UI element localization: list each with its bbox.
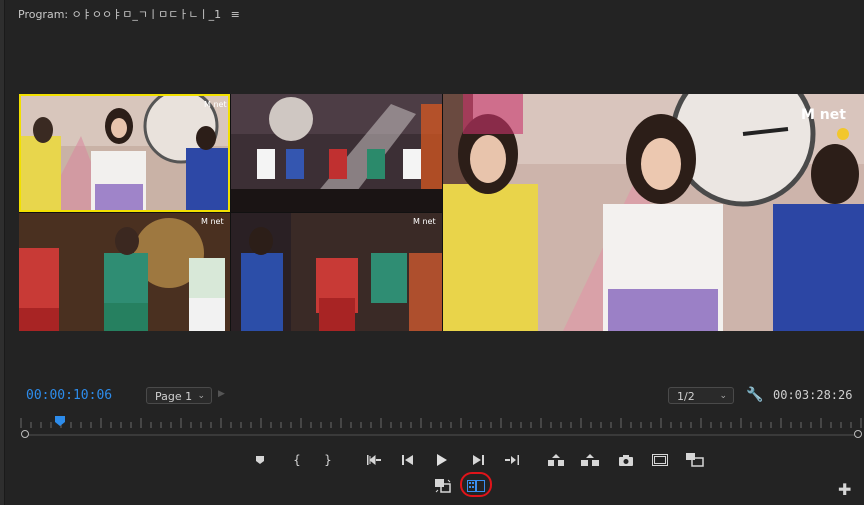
add-marker-icon[interactable] [251, 451, 269, 469]
go-to-in-icon[interactable] [365, 451, 383, 469]
svg-text:M net: M net [204, 100, 227, 109]
playhead-marker[interactable] [55, 416, 65, 426]
safe-margins-icon[interactable] [651, 451, 669, 469]
scrub-bar[interactable] [23, 434, 858, 436]
svg-text:M net: M net [201, 217, 224, 226]
step-back-icon[interactable] [399, 451, 417, 469]
mark-out-icon[interactable]: } [319, 451, 337, 469]
export-frame-icon[interactable] [617, 451, 635, 469]
camera-3-angle[interactable]: M net [19, 213, 230, 331]
multicam-grid: M net M net M net [19, 94, 443, 331]
mark-in-icon[interactable]: { [288, 451, 306, 469]
zoom-end-handle[interactable] [854, 430, 862, 438]
page-select-value: Page 1 [155, 390, 193, 403]
camera-4-angle[interactable]: M net [231, 213, 442, 331]
panel-edge [0, 0, 5, 505]
lift-icon[interactable] [547, 451, 565, 469]
duration-timecode: 00:03:28:26 [773, 388, 853, 402]
highlight-annotation [460, 472, 492, 497]
camera-2-angle[interactable] [231, 94, 442, 212]
chevron-down-icon: ⌄ [719, 391, 727, 401]
button-editor-plus-icon[interactable]: ✚ [838, 480, 851, 499]
resolution-select-value: 1/2 [677, 390, 695, 403]
hamburger-menu-icon[interactable]: ≡ [231, 8, 240, 21]
extract-icon[interactable] [581, 451, 599, 469]
step-forward-icon[interactable] [469, 451, 487, 469]
comparison-view-icon[interactable] [686, 451, 704, 469]
time-ruler[interactable] [19, 414, 864, 428]
toggle-proxies-icon[interactable] [434, 477, 452, 495]
program-output-view: M net [443, 94, 864, 331]
current-timecode[interactable]: 00:00:10:06 [26, 388, 112, 403]
svg-text:M net: M net [801, 107, 846, 123]
next-page-icon[interactable]: ▶ [218, 389, 225, 399]
go-to-out-icon[interactable] [503, 451, 521, 469]
panel-title-row: Program: ㅇㅑㅇㅇㅑㅁ_ㄱㅣㅁㄷㅏㄴㅣ_1 ≡ [18, 6, 240, 22]
panel-title[interactable]: Program: ㅇㅑㅇㅇㅑㅁ_ㄱㅣㅁㄷㅏㄴㅣ_1 [18, 8, 221, 21]
play-icon[interactable] [433, 451, 451, 469]
playback-resolution-select[interactable]: 1/2 ⌄ [668, 387, 734, 404]
page-select[interactable]: Page 1 ⌄ [146, 387, 212, 404]
program-monitor: M net M net M net M net [19, 94, 864, 331]
zoom-start-handle[interactable] [21, 430, 29, 438]
camera-1-angle[interactable]: M net [19, 94, 230, 212]
chevron-down-icon: ⌄ [197, 391, 205, 401]
transport-controls-row-1: { } [0, 451, 864, 469]
svg-text:M net: M net [413, 217, 436, 226]
wrench-icon[interactable]: 🔧 [746, 387, 763, 403]
